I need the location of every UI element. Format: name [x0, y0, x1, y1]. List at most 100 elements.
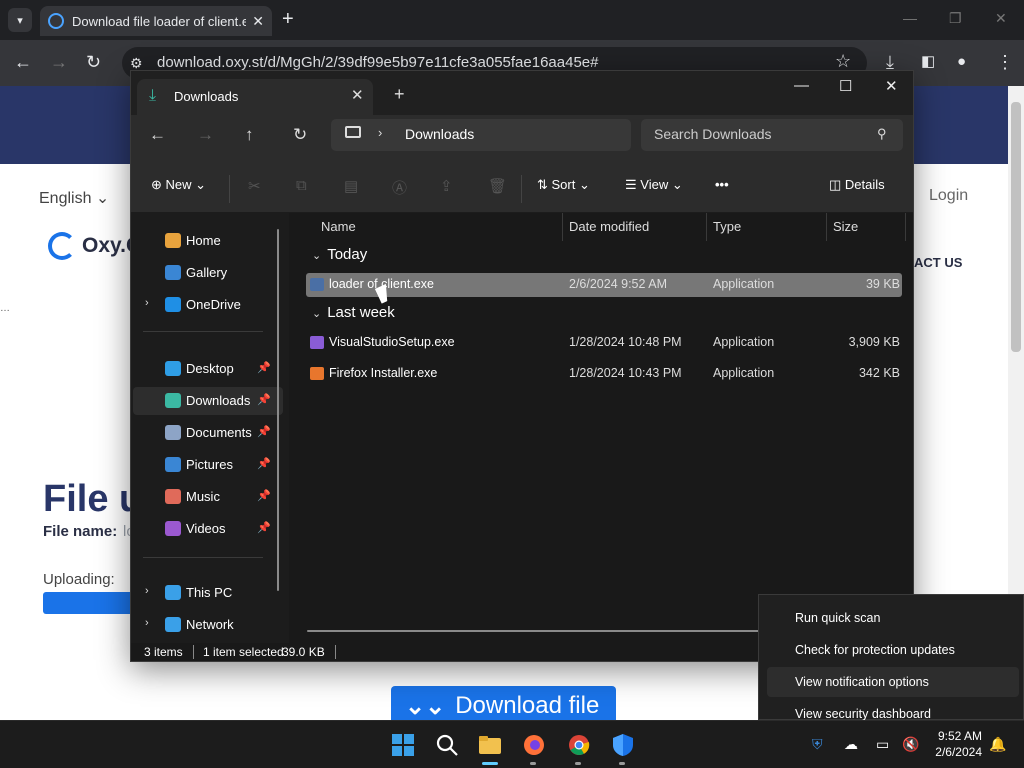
volume-muted-icon[interactable]: 🔇 [902, 736, 919, 753]
contact-us-link[interactable]: ACT US [914, 255, 962, 270]
details-button[interactable]: ◫ Details [829, 177, 885, 193]
language-selector[interactable]: English ⌄ [39, 188, 109, 208]
browser-minimize-button[interactable]: — [903, 10, 917, 26]
clock-time[interactable]: 9:52 AM [930, 729, 982, 743]
sidebar-item-desktop[interactable]: Desktop 📌 [133, 355, 283, 383]
new-button[interactable]: ⊕ New ⌄ [151, 177, 206, 193]
explorer-minimize-button[interactable]: — [794, 77, 809, 94]
pin-icon[interactable]: 📌 [257, 361, 271, 374]
side-panel-icon[interactable]: ◧ [921, 52, 935, 72]
profile-icon[interactable]: ● [957, 52, 966, 72]
chevron-down-icon[interactable]: ⌄ [312, 308, 321, 320]
search-icon[interactable]: ⚲ [877, 126, 887, 142]
browser-close-button[interactable]: ✕ [995, 10, 1007, 27]
explorer-address-bar[interactable] [331, 119, 631, 151]
explorer-new-tab-button[interactable]: + [394, 85, 405, 103]
chrome-icon[interactable] [567, 733, 591, 757]
chevron-right-icon[interactable]: › [145, 617, 149, 629]
address-bar-url: download.oxy.st/d/MgGh/2/39df99e5b97e11c… [157, 54, 599, 71]
tab-close-icon[interactable]: ✕ [252, 13, 264, 30]
chevron-down-icon[interactable]: ⌄ [312, 250, 321, 262]
chevron-right-icon[interactable]: › [145, 297, 149, 309]
file-list-scrollbar[interactable] [307, 630, 767, 632]
column-divider[interactable] [905, 213, 906, 241]
search-icon[interactable] [435, 733, 459, 757]
group-header-today[interactable]: ⌄ Today [312, 246, 367, 263]
breadcrumb-downloads[interactable]: Downloads [405, 126, 474, 142]
search-input[interactable]: Search Downloads [654, 126, 772, 142]
pin-icon[interactable]: 📌 [257, 521, 271, 534]
breadcrumb-chevron-icon[interactable]: › [378, 125, 382, 140]
pin-icon[interactable]: 📌 [257, 489, 271, 502]
onedrive-tray-icon[interactable]: ☁ [844, 736, 858, 753]
browser-tab[interactable]: Download file loader of client.exe ✕ [40, 6, 272, 36]
sidebar-item-gallery[interactable]: Gallery [133, 259, 283, 287]
sort-button[interactable]: ⇅ Sort ⌄ [537, 177, 590, 193]
menu-item-view-notification-options[interactable]: View notification options [767, 667, 1019, 697]
chevron-right-icon[interactable]: › [145, 585, 149, 597]
copy-icon[interactable]: ⧉ [296, 177, 307, 194]
sidebar-item-this-pc[interactable]: › This PC [133, 579, 283, 607]
group-header-last-week[interactable]: ⌄ Last week [312, 304, 395, 321]
view-button[interactable]: ☰ View ⌄ [625, 177, 683, 193]
sidebar-item-downloads[interactable]: Downloads 📌 [133, 387, 283, 415]
explorer-tab[interactable]: ⤓ Downloads ✕ [137, 79, 373, 115]
menu-item-run-quick-scan[interactable]: Run quick scan [767, 603, 1019, 633]
browser-back-button[interactable]: ← [14, 52, 32, 72]
close-icon[interactable]: ✕ [351, 86, 364, 104]
paste-icon[interactable]: ▤ [344, 177, 358, 195]
browser-menu-icon[interactable]: ⋮ [996, 52, 1014, 72]
explorer-maximize-button[interactable]: ☐ [839, 77, 852, 95]
explorer-up-button[interactable]: ↑ [245, 125, 254, 145]
browser-restore-button[interactable]: ❐ [949, 10, 962, 27]
cut-icon[interactable]: ✂ [248, 177, 261, 195]
login-link[interactable]: Login [929, 187, 968, 205]
sidebar-item-pictures[interactable]: Pictures 📌 [133, 451, 283, 479]
column-divider[interactable] [562, 213, 563, 241]
column-header-name[interactable]: Name [321, 219, 356, 234]
menu-item-check-for-protection-updates[interactable]: Check for protection updates [767, 635, 1019, 665]
nav-pane-scrollbar[interactable] [277, 229, 279, 591]
bookmark-star-icon[interactable]: ☆ [835, 51, 851, 72]
column-header-size[interactable]: Size [833, 219, 858, 234]
clock-date[interactable]: 2/6/2024 [930, 745, 982, 759]
pin-icon[interactable]: 📌 [257, 457, 271, 470]
column-divider[interactable] [826, 213, 827, 241]
pin-icon[interactable]: 📌 [257, 393, 271, 406]
delete-icon[interactable]: 🗑 [488, 177, 507, 195]
page-scroll-thumb[interactable] [1011, 102, 1021, 352]
browser-forward-button[interactable]: → [50, 52, 68, 72]
network-tray-icon[interactable]: ▭ [876, 736, 889, 753]
file-explorer-icon[interactable] [478, 733, 502, 757]
share-icon[interactable]: ⇪ [440, 177, 453, 195]
windows-security-icon[interactable] [611, 733, 635, 757]
sidebar-item-videos[interactable]: Videos 📌 [133, 515, 283, 543]
sidebar-item-onedrive[interactable]: › OneDrive [133, 291, 283, 319]
sidebar-item-network[interactable]: › Network [133, 611, 283, 639]
notification-bell-icon[interactable]: 🔔 [989, 736, 1006, 753]
sidebar-item-home[interactable]: Home [133, 227, 283, 255]
explorer-back-button[interactable]: ← [149, 125, 166, 145]
more-options-icon[interactable]: ••• [715, 177, 729, 192]
this-pc-icon[interactable] [345, 126, 361, 138]
column-divider[interactable] [706, 213, 707, 241]
column-header-type[interactable]: Type [713, 219, 741, 234]
defender-tray-icon[interactable]: ⛨ [812, 736, 823, 753]
tab-search-button[interactable]: ▾ [8, 8, 32, 32]
file-row[interactable]: VisualStudioSetup.exe 1/28/2024 10:48 PM A… [306, 331, 902, 355]
browser-reload-button[interactable]: ↻ [86, 52, 101, 72]
rename-icon[interactable]: Ⓐ [392, 177, 407, 198]
new-tab-button[interactable]: + [282, 8, 294, 30]
downloads-icon[interactable]: ⤓ [886, 52, 894, 72]
explorer-refresh-button[interactable]: ↻ [293, 125, 307, 145]
pin-icon[interactable]: 📌 [257, 425, 271, 438]
firefox-icon[interactable] [522, 733, 546, 757]
sidebar-item-music[interactable]: Music 📌 [133, 483, 283, 511]
file-row[interactable]: loader of client.exe 2/6/2024 9:52 AM Appl… [306, 273, 902, 297]
windows-start-icon[interactable] [391, 733, 415, 757]
sidebar-item-documents[interactable]: Documents 📌 [133, 419, 283, 447]
explorer-close-button[interactable]: ✕ [885, 77, 898, 95]
column-header-date[interactable]: Date modified [569, 219, 649, 234]
explorer-forward-button[interactable]: → [197, 125, 214, 145]
file-row[interactable]: Firefox Installer.exe 1/28/2024 10:43 PM A… [306, 362, 902, 386]
